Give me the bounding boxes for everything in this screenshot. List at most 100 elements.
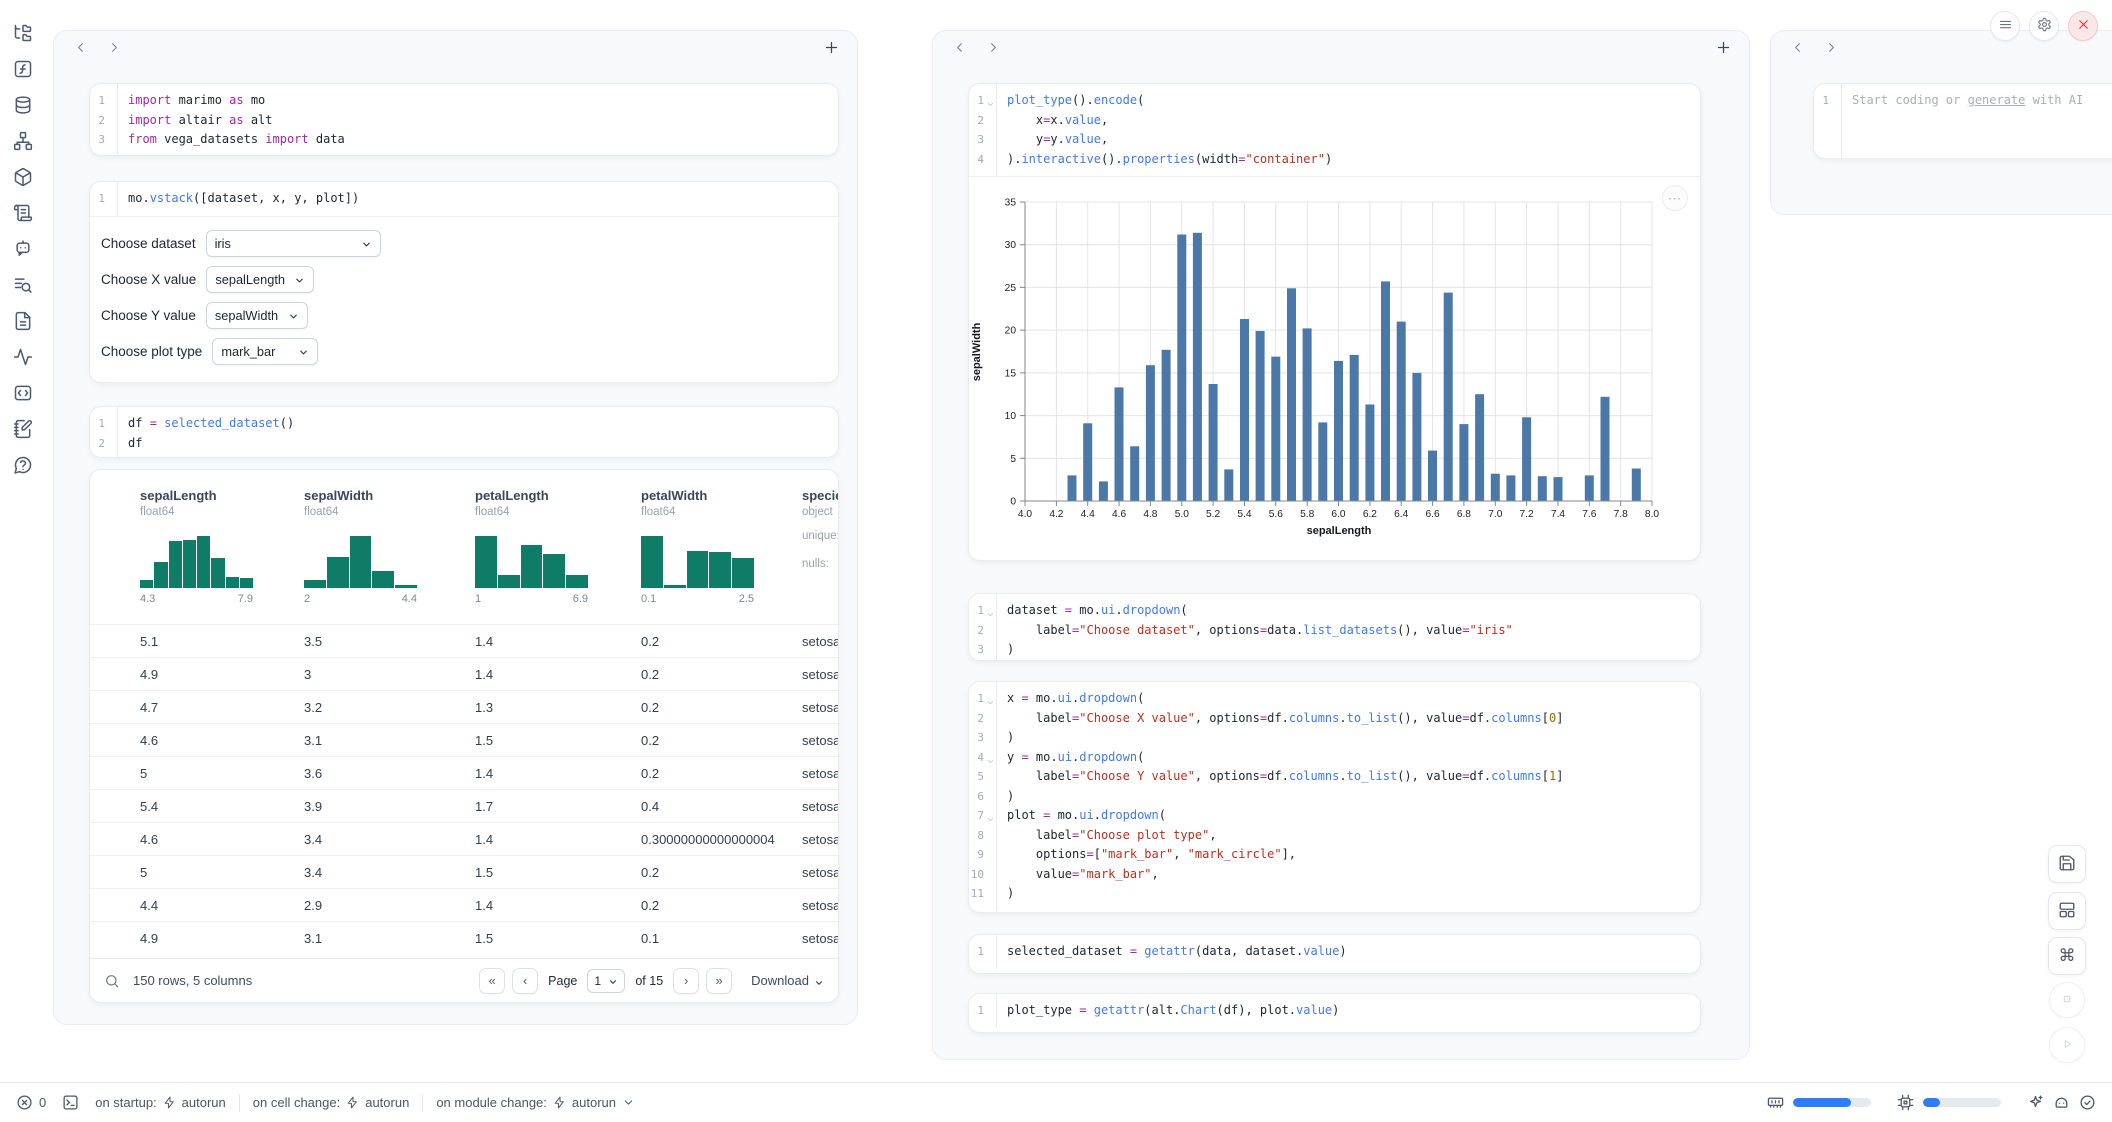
connection-status[interactable] [2079,1094,2096,1111]
choose-dataset-dropdown[interactable]: iris [206,230,381,257]
histogram-bar [304,580,326,588]
line-number-gutter: 1 [90,182,118,216]
code-cell[interactable]: 12df = selected_dataset()df [89,406,839,458]
prev-page-button[interactable]: ‹ [512,968,538,994]
line-number: 3 [969,728,996,748]
fold-toggle-icon[interactable] [986,811,995,820]
settings-button[interactable] [2029,11,2059,41]
column-range: 24.4 [304,593,417,605]
sidebar-item-logs[interactable] [13,275,33,295]
table-row[interactable]: 53.41.50.2setosa [90,855,838,888]
code-editor[interactable]: 123import marimo as moimport altair as a… [90,84,838,156]
sidebar-item-packages[interactable] [13,167,33,187]
ai-button[interactable] [2027,1094,2044,1111]
column-header-sepalLength[interactable]: sepalLengthfloat644.37.9 [140,488,292,605]
column-2-header [933,31,1749,67]
table-row[interactable]: 4.931.40.2setosa [90,657,838,690]
table-row[interactable]: 4.42.91.40.2setosa [90,888,838,921]
sidebar-item-documentation[interactable] [13,311,33,331]
code-editor[interactable]: 123dataset = mo.ui.dropdown( label="Choo… [969,594,1700,661]
code-cell[interactable]: 1234567891011x = mo.ui.dropdown( label="… [968,681,1701,913]
code-editor[interactable]: 1plot_type = getattr(alt.Chart(df), plot… [969,994,1700,1028]
fold-toggle-icon[interactable] [986,694,995,703]
cpu-icon [1897,1094,1914,1111]
table-row[interactable]: 4.63.41.40.30000000000000004setosa [90,822,838,855]
code-editor[interactable]: 12df = selected_dataset()df [90,407,838,458]
assistant-button[interactable] [2053,1094,2070,1111]
code-cell[interactable]: 123dataset = mo.ui.dropdown( label="Choo… [968,593,1701,661]
choose-y-value-dropdown[interactable]: sepalWidth [206,302,308,329]
code-editor[interactable]: 1Start coding or generate with AI [1814,84,2112,158]
download-button[interactable]: Download [751,973,824,988]
table-row[interactable]: 4.93.11.50.1setosa [90,921,838,954]
code-cell[interactable]: 1plot_type = getattr(alt.Chart(df), plot… [968,993,1701,1033]
runtime-config-on-startup-[interactable]: on startup:autorun [95,1095,226,1110]
code-cell[interactable]: 1selected_dataset = getattr(data, datase… [968,934,1701,974]
table-cell: 1.7 [475,790,633,823]
code-editor[interactable]: 1mo.vstack([dataset, x, y, plot]) [90,182,838,216]
sidebar-item-chat[interactable] [13,239,33,259]
sidebar-item-tracing[interactable] [13,347,33,367]
column-move-right-button[interactable] [1821,39,1841,59]
column-move-left-button[interactable] [949,39,969,59]
page-select[interactable]: 1 [587,969,625,993]
sidebar-item-outline[interactable] [13,203,33,223]
bar-chart[interactable]: 051015202530354.04.24.44.64.85.05.25.45.… [969,189,1669,541]
choose-x-value-dropdown[interactable]: sepalLength [206,266,314,293]
column-header-petalWidth[interactable]: petalWidthfloat640.12.5 [641,488,793,605]
stop-button[interactable] [2049,982,2085,1018]
keyboard-shortcuts-button[interactable]: ⌘ [2048,937,2086,975]
code-cell[interactable]: 1mo.vstack([dataset, x, y, plot]) Choose … [89,181,839,383]
code-editor[interactable]: 1234plot_type().encode( x=x.value, y=y.v… [969,84,1700,176]
code-cell[interactable]: 123import marimo as moimport altair as a… [89,83,839,156]
sidebar-item-help[interactable] [13,455,33,475]
next-page-button[interactable]: › [673,968,699,994]
runtime-config-on-module-change-[interactable]: on module change:autorun [436,1095,635,1110]
runtime-config-on-cell-change-[interactable]: on cell change:autorun [253,1095,410,1110]
sidebar-item-dependencies[interactable] [13,131,33,151]
column-move-right-button[interactable] [983,39,1003,59]
layout-button[interactable] [2048,892,2086,930]
terminal-button[interactable] [62,1094,79,1111]
line-number-gutter: 1 [969,935,997,969]
fold-toggle-icon[interactable] [986,96,995,105]
run-all-button[interactable] [2049,1027,2085,1063]
code-editor[interactable]: 1selected_dataset = getattr(data, datase… [969,935,1700,969]
code-editor[interactable]: 1234567891011x = mo.ui.dropdown( label="… [969,682,1700,911]
sidebar-item-snippets[interactable] [13,383,33,403]
chart-menu-button[interactable]: ⋯ [1662,185,1688,211]
dataframe-table[interactable]: sepalLengthfloat644.37.9sepalWidthfloat6… [89,469,839,1003]
table-row[interactable]: 5.13.51.40.2setosa [90,624,838,657]
column-header-petalLength[interactable]: petalLengthfloat6416.9 [475,488,627,605]
fold-toggle-icon[interactable] [986,606,995,615]
column-header-species[interactable]: speciesobjectunique:nulls: [802,488,839,574]
column-move-left-button[interactable] [70,39,90,59]
column-move-right-button[interactable] [104,39,124,59]
code-cell[interactable]: 1Start coding or generate with AI [1813,83,2112,159]
shutdown-button[interactable] [2068,11,2098,41]
fold-toggle-icon[interactable] [986,753,995,762]
table-row[interactable]: 5.43.91.70.4setosa [90,789,838,822]
sidebar-item-file-explorer[interactable] [13,23,33,43]
table-row[interactable]: 4.73.21.30.2setosa [90,690,838,723]
save-button[interactable] [2048,845,2086,883]
code-cell[interactable]: 1234plot_type().encode( x=x.value, y=y.v… [968,83,1701,561]
sidebar-item-datasources[interactable] [13,95,33,115]
sidebar-item-scratchpad[interactable] [13,419,33,439]
sidebar-item-variables[interactable] [13,59,33,79]
notebook-menu-button[interactable] [1990,11,2020,41]
range-min: 0.1 [641,593,656,605]
column-move-left-button[interactable] [1787,39,1807,59]
table-cell: 0.2 [641,889,799,922]
add-cell-button[interactable] [1713,39,1733,59]
search-icon[interactable] [104,973,120,989]
table-row[interactable]: 53.61.40.2setosa [90,756,838,789]
add-cell-button[interactable] [821,39,841,59]
column-header-sepalWidth[interactable]: sepalWidthfloat6424.4 [304,488,456,605]
choose-plot-type-dropdown[interactable]: mark_bar [212,338,318,365]
dropdown-row: Choose Y valuesepalWidth [101,302,827,329]
first-page-button[interactable]: « [479,968,505,994]
error-panel-toggle[interactable]: 0 [16,1094,46,1111]
table-row[interactable]: 4.63.11.50.2setosa [90,723,838,756]
last-page-button[interactable]: » [706,968,732,994]
